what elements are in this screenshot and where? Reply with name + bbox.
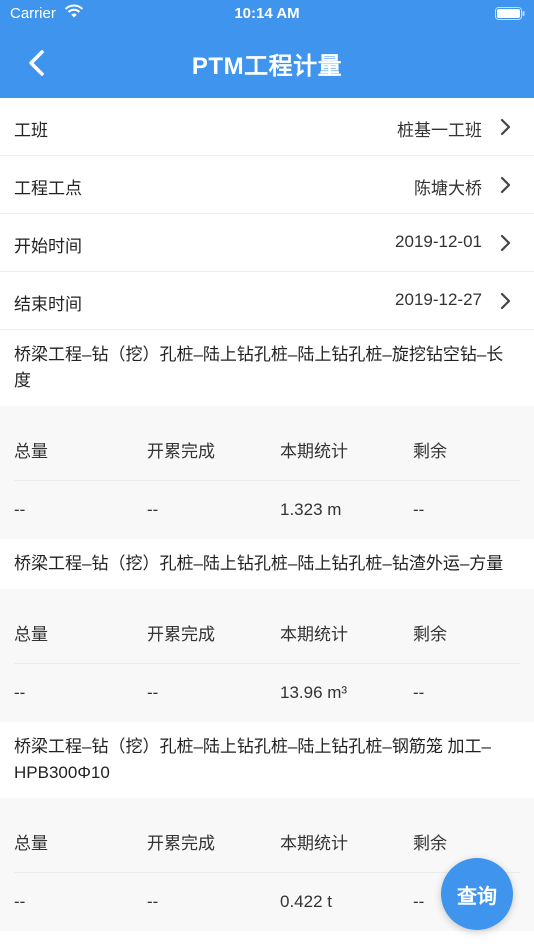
chevron-right-icon bbox=[500, 118, 511, 136]
row-value: 陈塘大桥 bbox=[414, 179, 482, 198]
col-total-header: 总量 bbox=[14, 833, 48, 853]
stats-header-row: 总量 开累完成 本期统计 剩余 bbox=[14, 406, 520, 480]
stats-header-row: 总量 开累完成 本期统计 剩余 bbox=[14, 798, 520, 872]
col-period-header: 本期统计 bbox=[280, 833, 348, 853]
row-value: 2019-12-27 bbox=[395, 290, 482, 309]
section-title: 桥梁工程–钻（挖）孔桩–陆上钻孔桩–陆上钻孔桩–旋挖钻空钻–长度 bbox=[0, 330, 534, 406]
period-value: 0.422 t bbox=[280, 892, 332, 911]
col-cumulative-header: 开累完成 bbox=[147, 833, 215, 853]
col-remaining-header: 剩余 bbox=[413, 624, 447, 644]
status-bar: Carrier 10:14 AM bbox=[0, 0, 534, 28]
status-time: 10:14 AM bbox=[234, 5, 300, 22]
section-title: 桥梁工程–钻（挖）孔桩–陆上钻孔桩–陆上钻孔桩–钢筋笼 加工–HPB300Φ10 bbox=[0, 722, 534, 798]
row-work-team[interactable]: 工班 桩基一工班 bbox=[0, 98, 534, 156]
total-value: -- bbox=[14, 892, 26, 911]
col-remaining-header: 剩余 bbox=[413, 441, 447, 461]
stats-table: 总量 开累完成 本期统计 剩余 -- -- 1.323 m -- bbox=[0, 406, 534, 539]
row-value: 2019-12-01 bbox=[395, 232, 482, 251]
row-end-date[interactable]: 结束时间 2019-12-27 bbox=[0, 272, 534, 330]
query-button[interactable]: 查询 bbox=[441, 858, 513, 930]
col-period-header: 本期统计 bbox=[280, 624, 348, 644]
quantity-section: 桥梁工程–钻（挖）孔桩–陆上钻孔桩–陆上钻孔桩–钻渣外运–方量 总量 开累完成 … bbox=[0, 539, 534, 722]
stats-value-row: -- -- 1.323 m -- bbox=[14, 481, 520, 539]
row-label: 工程工点 bbox=[14, 179, 82, 198]
col-total-header: 总量 bbox=[14, 441, 48, 461]
row-value: 桩基一工班 bbox=[397, 121, 482, 140]
chevron-right-icon bbox=[500, 176, 511, 194]
col-period-header: 本期统计 bbox=[280, 441, 348, 461]
stats-value-row: -- -- 13.96 m³ -- bbox=[14, 664, 520, 722]
col-remaining-header: 剩余 bbox=[413, 833, 447, 853]
row-label: 开始时间 bbox=[14, 237, 82, 256]
row-work-site[interactable]: 工程工点 陈塘大桥 bbox=[0, 156, 534, 214]
stats-header-row: 总量 开累完成 本期统计 剩余 bbox=[14, 589, 520, 663]
cumulative-value: -- bbox=[147, 500, 159, 519]
battery-icon bbox=[495, 7, 525, 20]
row-label: 结束时间 bbox=[14, 295, 82, 314]
stats-table: 总量 开累完成 本期统计 剩余 -- -- 13.96 m³ -- bbox=[0, 589, 534, 722]
row-start-date[interactable]: 开始时间 2019-12-01 bbox=[0, 214, 534, 272]
cumulative-value: -- bbox=[147, 892, 159, 911]
page-title: PTM工程计量 bbox=[191, 53, 343, 80]
col-cumulative-header: 开累完成 bbox=[147, 441, 215, 461]
col-cumulative-header: 开累完成 bbox=[147, 624, 215, 644]
content-list: 工班 桩基一工班 工程工点 陈塘大桥 开始时间 2019-12-01 结束时间 … bbox=[0, 98, 534, 931]
remaining-value: -- bbox=[413, 683, 425, 702]
section-title: 桥梁工程–钻（挖）孔桩–陆上钻孔桩–陆上钻孔桩–钻渣外运–方量 bbox=[0, 539, 534, 589]
quantity-section: 桥梁工程–钻（挖）孔桩–陆上钻孔桩–陆上钻孔桩–旋挖钻空钻–长度 总量 开累完成… bbox=[0, 330, 534, 539]
period-value: 1.323 m bbox=[280, 500, 342, 519]
total-value: -- bbox=[14, 500, 26, 519]
cumulative-value: -- bbox=[147, 683, 159, 702]
col-total-header: 总量 bbox=[14, 624, 48, 644]
row-label: 工班 bbox=[14, 121, 48, 140]
period-value: 13.96 m³ bbox=[280, 683, 348, 702]
chevron-right-icon bbox=[500, 234, 511, 252]
nav-header: Carrier 10:14 AM PTM工程计量 bbox=[0, 0, 534, 98]
chevron-right-icon bbox=[500, 292, 511, 310]
total-value: -- bbox=[14, 683, 26, 702]
remaining-value: -- bbox=[413, 500, 425, 519]
